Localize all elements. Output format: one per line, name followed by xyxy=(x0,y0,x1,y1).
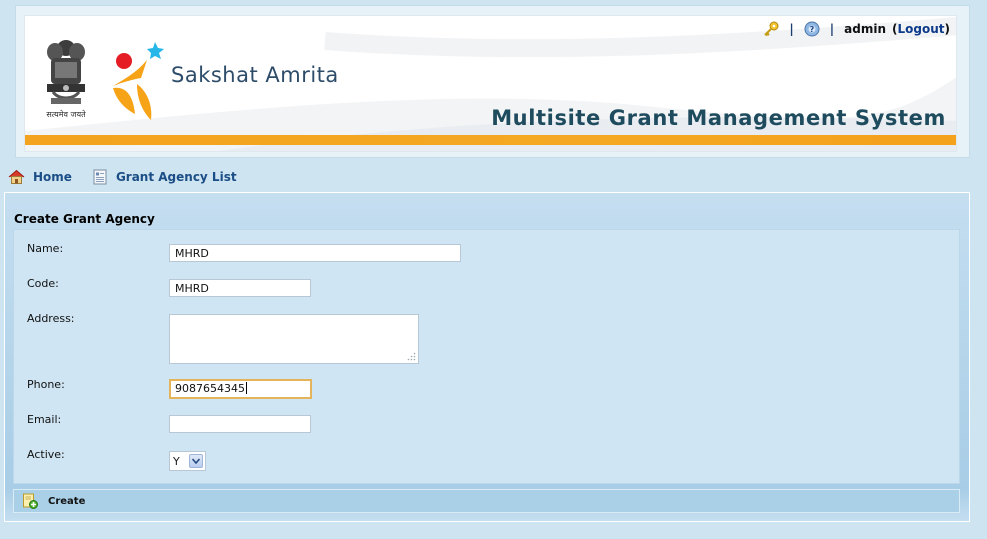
code-value: MHRD xyxy=(175,282,209,295)
svg-text:?: ? xyxy=(809,25,814,34)
nav-home[interactable]: Home xyxy=(8,169,72,185)
phone-label: Phone: xyxy=(27,378,65,391)
active-label: Active: xyxy=(27,448,65,461)
create-label: Create xyxy=(48,495,86,507)
form-title: Create Grant Agency xyxy=(14,212,155,226)
add-document-icon xyxy=(23,493,38,509)
home-icon xyxy=(8,169,25,184)
logout-wrapper: (Logout) xyxy=(892,22,950,36)
form-panel: Create Grant Agency Name: MHRD Code: MHR… xyxy=(4,192,970,522)
logo-text: Sakshat Amrita xyxy=(171,63,339,87)
form-area: Name: MHRD Code: MHRD Address: Phone: 90… xyxy=(13,229,960,484)
email-input[interactable] xyxy=(169,415,311,433)
nav-grant-agency-list[interactable]: Grant Agency List xyxy=(92,169,237,185)
username: admin xyxy=(844,22,887,36)
separator: | xyxy=(789,22,794,36)
help-icon[interactable]: ? xyxy=(804,21,820,37)
key-icon[interactable] xyxy=(763,21,779,37)
logout-paren-close: ) xyxy=(944,22,950,36)
active-select[interactable]: Y xyxy=(169,451,206,471)
separator: | xyxy=(829,22,835,36)
action-bar: Create xyxy=(13,489,960,513)
nav-list-label: Grant Agency List xyxy=(115,170,237,184)
chevron-down-icon[interactable] xyxy=(189,454,203,468)
national-emblem-icon xyxy=(47,40,85,104)
email-label: Email: xyxy=(27,413,62,426)
code-input[interactable]: MHRD xyxy=(169,279,311,297)
system-title: Multisite Grant Management System xyxy=(491,106,946,130)
name-input[interactable]: MHRD xyxy=(169,244,461,262)
banner-orange-stripe xyxy=(25,135,956,145)
resize-grip-icon[interactable] xyxy=(407,352,416,361)
logout-link[interactable]: Logout xyxy=(898,22,945,36)
list-document-icon xyxy=(93,169,107,185)
top-nav: Home Grant Agency List xyxy=(8,169,237,185)
utility-bar: | ? | admin (Logout) xyxy=(763,21,950,37)
create-button[interactable]: Create xyxy=(22,493,85,509)
address-textarea[interactable] xyxy=(169,314,419,364)
name-label: Name: xyxy=(27,242,64,255)
header-frame: सत्यमेव जयते Sakshat Amrita Multisite Gr… xyxy=(15,5,970,158)
phone-value: 9087654345 xyxy=(175,382,245,395)
sakshat-logo-icon xyxy=(113,42,164,120)
name-value: MHRD xyxy=(175,247,209,260)
code-label: Code: xyxy=(27,277,59,290)
phone-input[interactable]: 9087654345 xyxy=(169,379,312,399)
header-banner: सत्यमेव जयते Sakshat Amrita Multisite Gr… xyxy=(24,15,957,152)
nav-home-label: Home xyxy=(33,170,72,184)
address-label: Address: xyxy=(27,312,75,325)
emblem-caption: सत्यमेव जयते xyxy=(46,110,86,119)
text-caret xyxy=(246,382,247,394)
active-selected-value: Y xyxy=(173,454,180,468)
